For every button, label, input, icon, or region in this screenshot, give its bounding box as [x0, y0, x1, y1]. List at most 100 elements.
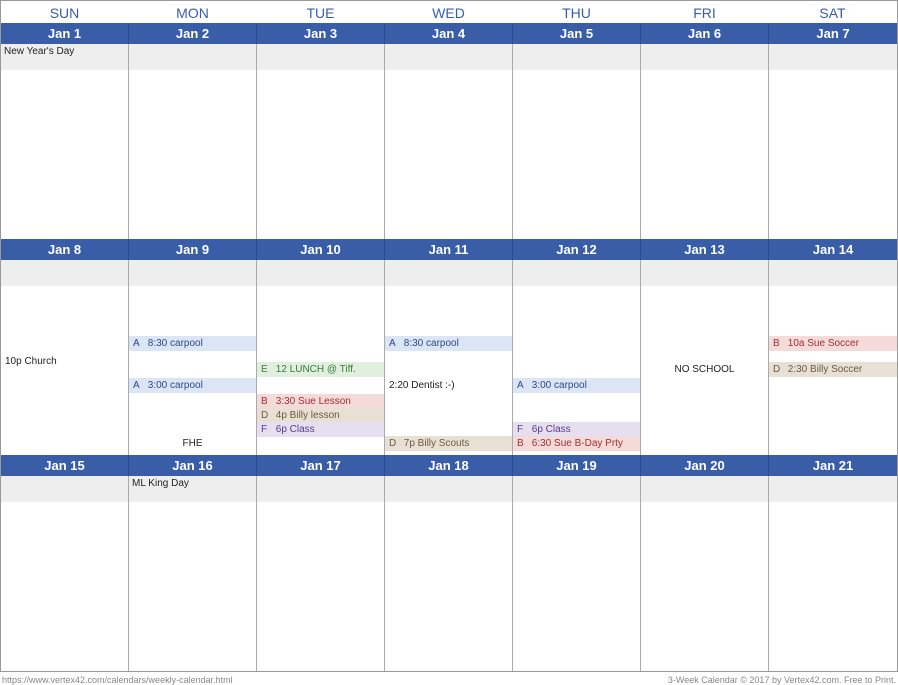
day-cell[interactable] [385, 476, 513, 671]
day-cell[interactable] [513, 44, 641, 239]
event-category-tag: B [517, 438, 529, 449]
events-area [257, 502, 384, 671]
events-area: A 8:30 carpool A 3:00 carpool FHE [129, 286, 256, 455]
day-cell[interactable]: A 8:30 carpool A 3:00 carpool FHE [129, 260, 257, 455]
calendar-event[interactable]: E 12 LUNCH @ Tiff. [257, 362, 384, 377]
calendar-event[interactable]: F 6p Class [257, 422, 384, 437]
date-header-row: Jan 8Jan 9Jan 10Jan 11Jan 12Jan 13Jan 14 [1, 239, 897, 260]
calendar-event[interactable]: A 3:00 carpool [129, 378, 256, 393]
event-category-tag: D [261, 410, 273, 421]
calendar-event[interactable]: D 7p Billy Scouts [385, 436, 512, 451]
calendar-event[interactable]: 10p Church [1, 354, 128, 369]
day-of-week-label: THU [513, 1, 641, 23]
events-area [641, 502, 768, 671]
calendar-event[interactable]: NO SCHOOL [641, 362, 768, 377]
event-category-tag: A [133, 380, 145, 391]
calendar-event[interactable]: 2:20 Dentist :-) [385, 378, 512, 393]
day-cell[interactable] [257, 44, 385, 239]
week-body: New Year's Day [1, 44, 897, 239]
day-cell[interactable]: ML King Day [129, 476, 257, 671]
week-body: ML King Day [1, 476, 897, 671]
calendar-event[interactable]: D 4p Billy lesson [257, 408, 384, 423]
footer: https://www.vertex42.com/calendars/weekl… [0, 672, 898, 685]
day-of-week-label: TUE [257, 1, 385, 23]
calendar-event[interactable]: A 8:30 carpool [385, 336, 512, 351]
event-category-tag: B [773, 338, 785, 349]
date-header: Jan 10 [257, 239, 385, 260]
day-cell[interactable] [1, 476, 129, 671]
calendar-event[interactable]: FHE [129, 436, 256, 451]
day-cell[interactable] [641, 44, 769, 239]
calendar-event[interactable]: A 8:30 carpool [129, 336, 256, 351]
calendar-event[interactable]: B 3:30 Sue Lesson [257, 394, 384, 409]
calendar-event[interactable]: B 6:30 Sue B-Day Prty [513, 436, 640, 451]
day-cell[interactable]: B 10a Sue Soccer D 2:30 Billy Soccer [769, 260, 897, 455]
events-area [513, 502, 640, 671]
holiday-zone [257, 260, 384, 286]
event-category-tag: A [389, 338, 401, 349]
footer-link: https://www.vertex42.com/calendars/weekl… [2, 675, 233, 685]
holiday-zone [513, 260, 640, 286]
day-cell[interactable]: A 3:00 carpool F 6p ClassB 6:30 Sue B-Day… [513, 260, 641, 455]
events-area [1, 70, 128, 239]
date-header: Jan 20 [641, 455, 769, 476]
date-header: Jan 3 [257, 23, 385, 44]
day-cell[interactable] [769, 44, 897, 239]
date-header: Jan 4 [385, 23, 513, 44]
day-cell[interactable]: A 8:30 carpool 2:20 Dentist :-) D 7p Billy… [385, 260, 513, 455]
day-of-week-label: SAT [769, 1, 897, 23]
date-header: Jan 13 [641, 239, 769, 260]
holiday-zone [513, 44, 640, 70]
holiday-zone [257, 44, 384, 70]
day-cell[interactable] [385, 44, 513, 239]
event-category-tag: D [773, 364, 785, 375]
event-category-tag: A [517, 380, 529, 391]
day-cell[interactable] [257, 476, 385, 671]
date-header: Jan 11 [385, 239, 513, 260]
week-row: Jan 8Jan 9Jan 10Jan 11Jan 12Jan 13Jan 14… [1, 239, 897, 455]
holiday-zone [513, 476, 640, 502]
holiday-zone [129, 44, 256, 70]
day-cell[interactable]: E 12 LUNCH @ Tiff. B 3:30 Sue LessonD 4p … [257, 260, 385, 455]
events-area: 10p Church [1, 286, 128, 455]
day-cell[interactable]: 10p Church [1, 260, 129, 455]
events-area [385, 70, 512, 239]
calendar-event[interactable]: B 10a Sue Soccer [769, 336, 897, 351]
holiday-zone [641, 44, 768, 70]
day-cell[interactable] [769, 476, 897, 671]
date-header: Jan 18 [385, 455, 513, 476]
date-header: Jan 21 [769, 455, 897, 476]
calendar-event[interactable]: D 2:30 Billy Soccer [769, 362, 897, 377]
day-of-week-label: FRI [641, 1, 769, 23]
holiday-zone [385, 44, 512, 70]
events-area [129, 502, 256, 671]
events-area: E 12 LUNCH @ Tiff. B 3:30 Sue LessonD 4p … [257, 286, 384, 455]
date-header: Jan 15 [1, 455, 129, 476]
event-category-tag: E [261, 364, 273, 375]
holiday-zone [769, 476, 897, 502]
day-cell[interactable] [129, 44, 257, 239]
day-cell[interactable] [513, 476, 641, 671]
day-cell[interactable]: New Year's Day [1, 44, 129, 239]
holiday-zone [641, 476, 768, 502]
event-category-tag: A [133, 338, 145, 349]
date-header: Jan 17 [257, 455, 385, 476]
holiday-zone [1, 476, 128, 502]
day-cell[interactable] [641, 476, 769, 671]
calendar-event[interactable] [1, 436, 128, 440]
week-row: Jan 1Jan 2Jan 3Jan 4Jan 5Jan 6Jan 7New Y… [1, 23, 897, 239]
events-area: A 8:30 carpool 2:20 Dentist :-) D 7p Billy… [385, 286, 512, 455]
events-area [129, 70, 256, 239]
date-header: Jan 8 [1, 239, 129, 260]
day-cell[interactable]: NO SCHOOL [641, 260, 769, 455]
day-of-week-label: MON [129, 1, 257, 23]
calendar: SUNMONTUEWEDTHUFRISAT Jan 1Jan 2Jan 3Jan… [0, 0, 898, 672]
date-header: Jan 19 [513, 455, 641, 476]
event-category-tag: F [261, 424, 273, 435]
events-area [513, 70, 640, 239]
calendar-event[interactable]: F 6p Class [513, 422, 640, 437]
holiday-zone [129, 260, 256, 286]
date-header: Jan 14 [769, 239, 897, 260]
holiday-zone [257, 476, 384, 502]
calendar-event[interactable]: A 3:00 carpool [513, 378, 640, 393]
